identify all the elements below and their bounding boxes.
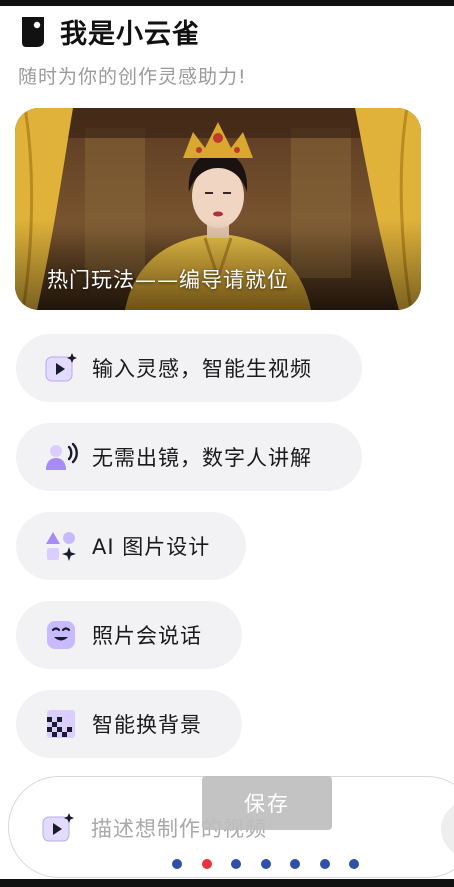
app-screen: 我是小云雀 随时为你的创作灵感助力! 热门玩法——编导请就位 输入灵感，智能生视… [0,6,454,879]
feature-digital-human[interactable]: 无需出镜，数字人讲解 [16,423,362,491]
page-dot-active[interactable] [201,859,212,869]
page-dot[interactable] [172,859,182,869]
feature-label: 照片会说话 [92,624,202,648]
talking-face-icon [44,618,78,652]
feature-talking-photo[interactable]: 照片会说话 [16,601,242,669]
feature-label: 智能换背景 [92,713,202,737]
page-dot[interactable] [231,859,241,869]
feature-label: AI 图片设计 [92,535,211,559]
featured-banner[interactable]: 热门玩法——编导请就位 [15,108,421,310]
page-dot[interactable] [290,859,300,869]
video-sparkle-icon [42,813,74,842]
feature-label: 无需出镜，数字人讲解 [92,446,312,470]
banner-caption: 热门玩法——编导请就位 [47,268,289,292]
avatar-speaking-icon [44,440,78,474]
feature-text-to-video[interactable]: 输入灵感，智能生视频 [16,334,362,402]
page-dot[interactable] [349,859,359,869]
feature-background-swap[interactable]: 智能换背景 [16,690,242,758]
header: 我是小云雀 [18,12,200,51]
page-indicator [172,859,379,869]
feature-ai-image-design[interactable]: AI 图片设计 [16,512,246,580]
page-title: 我是小云雀 [60,19,200,50]
page-dot[interactable] [319,859,330,869]
page-subtitle: 随时为你的创作灵感助力! [18,66,247,88]
send-button[interactable] [441,801,454,857]
shapes-sparkle-icon [44,529,78,563]
lark-logo-icon [22,16,44,47]
video-sparkle-icon [44,351,78,385]
feature-label: 输入灵感，智能生视频 [92,357,312,381]
page-dot[interactable] [260,859,271,869]
save-button[interactable]: 保存 [202,776,332,830]
background-swap-icon [44,707,78,741]
